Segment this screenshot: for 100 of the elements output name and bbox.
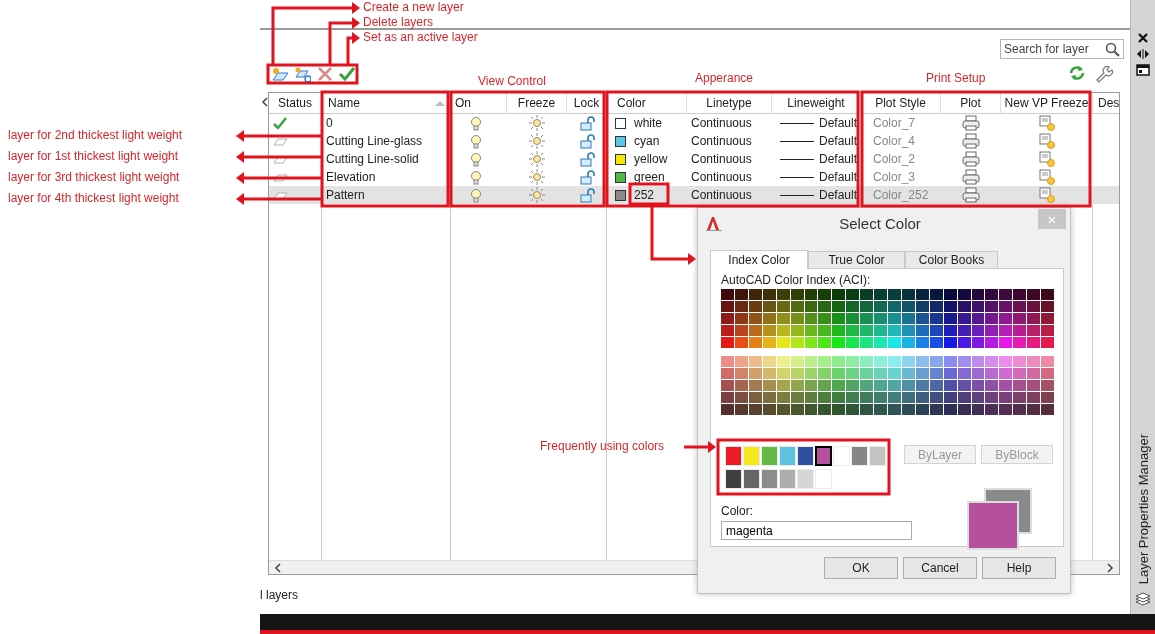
padlock-icon[interactable]: [579, 115, 595, 131]
column-header[interactable]: Lineweight: [772, 93, 861, 113]
table-cell-text: Color_7: [872, 115, 917, 132]
viewport-freeze-icon[interactable]: [1039, 169, 1055, 185]
column-header[interactable]: Linetype: [687, 93, 772, 113]
column-header[interactable]: Freeze: [507, 93, 567, 113]
collapse-icon[interactable]: [260, 96, 270, 108]
checkmark-icon[interactable]: [339, 66, 355, 82]
table-cell: white: [634, 116, 662, 130]
printer-icon[interactable]: [962, 133, 980, 149]
dialog-button[interactable]: OK: [824, 557, 898, 579]
table-cell-text: 0: [325, 115, 334, 132]
padlock-icon[interactable]: [579, 133, 595, 149]
table-cell-text: Color_252: [872, 187, 930, 204]
padlock-icon[interactable]: [579, 151, 595, 167]
color-field[interactable]: magenta: [721, 521, 912, 540]
search-icon[interactable]: [1105, 41, 1120, 57]
viewport-freeze-icon[interactable]: [1039, 115, 1055, 131]
lineweight-line-icon: [780, 193, 814, 197]
column-header[interactable]: New VP Freeze: [1001, 93, 1093, 113]
printer-icon[interactable]: [962, 115, 980, 131]
annotation-text: Delete layers: [363, 15, 434, 29]
color-swatch[interactable]: [615, 135, 626, 147]
table-cell-text: Continuous: [690, 151, 753, 168]
column-header[interactable]: Name: [328, 93, 360, 113]
light-bulb-icon[interactable]: [469, 133, 483, 149]
table-cell-text: Continuous: [690, 169, 753, 186]
light-bulb-icon[interactable]: [469, 115, 483, 131]
table-cell-text: Cutting Line-solid: [325, 151, 420, 168]
sun-icon[interactable]: [529, 133, 545, 149]
search-field[interactable]: Search for layer: [1000, 39, 1124, 59]
viewport-freeze-icon[interactable]: [1039, 187, 1055, 203]
sun-icon[interactable]: [529, 115, 545, 131]
annotation-text: layer for 3rd thickest light weight: [8, 170, 180, 184]
light-bulb-icon[interactable]: [469, 169, 483, 185]
annotation-text: layer for 2nd thickest light weight: [8, 128, 183, 142]
color-swatch[interactable]: [615, 117, 626, 129]
new-viewport-layer-icon[interactable]: [295, 66, 311, 82]
sun-icon[interactable]: [529, 169, 545, 185]
table-row[interactable]: Pattern 252 Continuous Default Color_252: [269, 186, 1119, 204]
column-header[interactable]: Color: [607, 93, 687, 113]
viewport-freeze-icon[interactable]: [1039, 133, 1055, 149]
column-header[interactable]: Plot: [941, 93, 1001, 113]
printer-icon[interactable]: [962, 169, 980, 185]
printer-icon[interactable]: [962, 151, 980, 167]
tab[interactable]: Index Color: [710, 250, 808, 269]
printer-icon[interactable]: [962, 187, 980, 203]
tab[interactable]: True Color: [808, 251, 905, 268]
column-header[interactable]: Plot Style: [861, 93, 941, 113]
table-cell: Default: [819, 188, 858, 202]
table-cell-text: Continuous: [690, 187, 753, 204]
properties-icon[interactable]: [1136, 64, 1150, 76]
refresh-icon[interactable]: [1068, 64, 1086, 82]
tab[interactable]: Color Books: [905, 251, 998, 268]
table-cell-text: Continuous: [690, 115, 753, 132]
palette-label: AutoCAD Color Index (ACI):: [721, 273, 872, 287]
scroll-right-icon[interactable]: [1105, 561, 1115, 574]
column-header[interactable]: Lock: [567, 93, 607, 113]
dialog-title: Select Color: [838, 214, 922, 232]
annotation-text: layer for 1st thickest light weight: [8, 149, 179, 163]
color-swatch[interactable]: [615, 153, 626, 165]
leader-arrow: [650, 205, 696, 265]
padlock-icon[interactable]: [579, 169, 595, 185]
table-row[interactable]: Cutting Line-glass cyan Continuous Default Color_4: [269, 132, 1119, 150]
light-bulb-icon[interactable]: [469, 151, 483, 167]
color-grid-drawing[interactable]: [721, 356, 1054, 415]
annotation-text: Print Setup: [926, 71, 986, 85]
sun-icon[interactable]: [529, 151, 545, 167]
sun-icon[interactable]: [529, 187, 545, 203]
table-cell: Default: [819, 134, 858, 148]
viewport-freeze-icon[interactable]: [1039, 151, 1055, 167]
table-row[interactable]: Cutting Line-solid yellow Continuous Default Color_2: [269, 150, 1119, 168]
table-row[interactable]: Elevation green Continuous Default Color_3: [269, 168, 1119, 186]
wrench-icon[interactable]: [1094, 64, 1114, 84]
new-layer-icon[interactable]: [272, 66, 289, 82]
color-swatch[interactable]: [615, 171, 626, 183]
light-bulb-icon[interactable]: [469, 187, 483, 203]
status-text: l layers: [260, 588, 298, 602]
sort-arrow-icon[interactable]: [434, 98, 446, 108]
delete-icon[interactable]: [317, 66, 333, 82]
dialog-button[interactable]: Help: [982, 557, 1056, 579]
color-grid-drawing[interactable]: [721, 289, 1054, 348]
app-icon: [706, 215, 722, 231]
layers-icon[interactable]: [1135, 592, 1151, 606]
lineweight-line-icon: [780, 139, 814, 143]
table-row[interactable]: 0 white Continuous Default Color_7: [269, 114, 1119, 132]
close-icon[interactable]: [1137, 32, 1149, 44]
color-swatch[interactable]: [815, 446, 832, 466]
table-cell-text: Color_4: [872, 133, 917, 150]
auto-hide-icon[interactable]: [1136, 48, 1150, 60]
annotation-text: layer for 4th thickest light weight: [8, 191, 179, 205]
lineweight-line-icon: [780, 121, 814, 125]
annotation-text: Apperance: [695, 71, 754, 85]
column-header[interactable]: On: [451, 93, 507, 113]
table-cell-text: Color_2: [872, 151, 917, 168]
dialog-button[interactable]: Cancel: [903, 557, 977, 579]
scroll-left-icon[interactable]: [273, 561, 283, 574]
padlock-icon[interactable]: [579, 187, 595, 203]
color-swatch[interactable]: [615, 189, 626, 201]
column-header[interactable]: Status: [269, 93, 322, 113]
